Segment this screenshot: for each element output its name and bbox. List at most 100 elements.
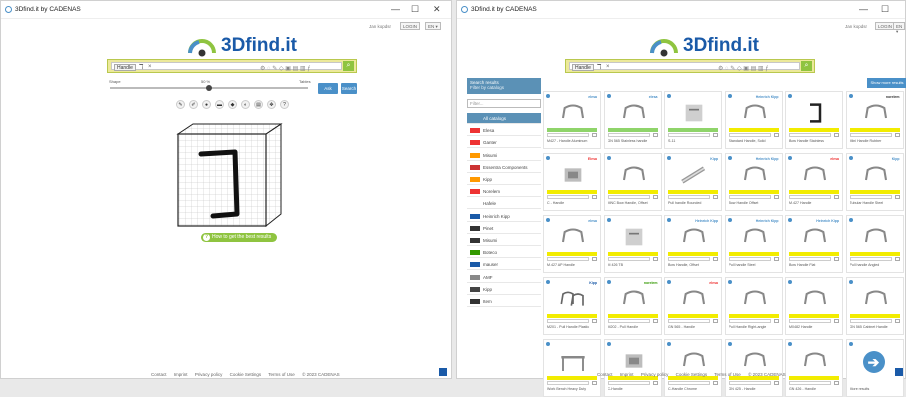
compare-checkbox[interactable] [652,381,658,385]
search-go-button[interactable]: ⌕ [801,61,812,71]
result-card[interactable]: Work Bench Heavy Duty [543,339,601,397]
sketch-canvas[interactable] [173,122,286,229]
compare-checkbox[interactable] [713,133,718,137]
result-card[interactable]: GN 425 - Handle [724,339,783,397]
sketch-chip[interactable]: ℸ [597,63,602,72]
compare-checkbox[interactable] [834,257,839,261]
info-icon[interactable] [848,94,853,98]
catalog-item[interactable]: Heinrich Kipp [467,211,541,222]
catalog-item[interactable]: mauser [467,259,541,271]
info-icon[interactable] [727,218,732,222]
catalog-item[interactable]: Misumi [467,235,541,246]
search-input[interactable]: Handle ℸ × ⚙ ◌ ✎ ◇ ▣ ▤ ▥ ƒ [569,62,800,72]
compare-checkbox[interactable] [773,381,779,385]
compare-checkbox[interactable] [834,195,839,199]
ask-models-button[interactable]: Ask Models [318,83,338,102]
result-card[interactable]: elesa GN 565 Stainless handle [603,91,662,149]
compare-checkbox[interactable] [592,133,597,137]
catalog-item[interactable]: Pinet [467,223,541,234]
minimize-button[interactable]: — [859,4,868,14]
variant-select[interactable] [789,257,831,261]
compare-checkbox[interactable] [592,195,597,199]
footer-link[interactable]: Cookie Settings [676,372,708,377]
footer-link[interactable]: Cookie Settings [230,372,262,377]
variant-select[interactable] [547,319,589,323]
tools-icon-row[interactable]: ⚙ ◌ ✎ ◇ ▣ ▤ ▥ ƒ [260,65,311,72]
info-icon[interactable] [727,94,732,98]
variant-select[interactable] [607,319,650,323]
sketch-chip[interactable]: ℸ [139,63,144,72]
compare-checkbox[interactable] [713,257,718,261]
info-icon[interactable] [606,280,611,284]
compare-checkbox[interactable] [894,133,900,137]
variant-select[interactable] [607,133,650,137]
variant-select[interactable] [728,257,771,261]
result-card[interactable]: MNC Bow Handle, Offset [603,153,662,211]
footer-link[interactable]: Imprint [174,372,188,377]
result-card[interactable]: Heinrich Kipp Bow Handle, Offset [664,215,722,273]
variant-select[interactable] [607,381,650,385]
compare-checkbox[interactable] [773,257,779,261]
tools-icon-row[interactable]: ⚙ ◌ ✎ ◇ ▣ ▤ ▥ ƒ [718,65,769,72]
variant-select[interactable] [668,319,710,323]
variant-select[interactable] [668,381,710,385]
compare-checkbox[interactable] [713,195,718,199]
result-card[interactable]: Pull Handle Right-angle [724,277,783,335]
variant-select[interactable] [668,133,710,137]
result-card[interactable]: Heinrich Kipp Bow Handle Flat [785,215,843,273]
result-card[interactable]: S-11 [664,91,722,149]
result-card[interactable]: Kipp Tubular Handle Steel [845,153,904,211]
next-arrow-icon[interactable]: ➔ [862,351,885,373]
result-card[interactable]: norelem Mini Handle Rubber [845,91,904,149]
info-icon[interactable] [606,94,611,98]
variant-select[interactable] [789,319,831,323]
catalog-item[interactable]: Misumi [467,150,541,161]
catalog-item[interactable]: Ganter [467,137,541,149]
result-card[interactable]: elesa M427 - Handle Aluminum [543,91,601,149]
info-icon[interactable] [848,218,853,222]
maximize-button[interactable]: ☐ [411,4,419,15]
language-select[interactable]: EN ▾ [425,22,441,30]
info-icon[interactable] [848,280,853,284]
result-card[interactable]: Kipp Pull handle Rounded [664,153,722,211]
search-input[interactable]: Handle ℸ × ⚙ ◌ ✎ ◇ ▣ ▤ ▥ ƒ [111,62,342,72]
result-card[interactable]: norelem M202 - Pull Handle [603,277,662,335]
catalog-item[interactable]: Essentra Components [467,162,541,173]
compare-checkbox[interactable] [834,133,839,137]
compare-checkbox[interactable] [894,319,900,323]
result-card[interactable]: Heinrich Kipp Standard Handle, Solid [724,91,783,149]
search-go-button[interactable]: ⌕ [343,61,354,71]
variant-select[interactable] [849,195,892,199]
close-button[interactable]: ✕ [433,4,441,15]
footer-link[interactable]: Terms of Use [268,372,295,377]
search-chip[interactable]: Handle [572,64,594,71]
catalog-item[interactable]: Hafele [467,198,541,210]
delete-icon[interactable]: ▤ [254,100,263,109]
catalog-filter-input[interactable]: Filter... [467,99,541,108]
info-icon[interactable] [667,156,671,160]
catalog-item[interactable]: Boteco [467,247,541,259]
move-icon[interactable]: ✥ [267,100,276,109]
info-icon[interactable] [546,94,550,98]
footer-link[interactable]: Contact [597,372,613,377]
compare-checkbox[interactable] [592,319,597,323]
variant-select[interactable] [547,133,589,137]
catalog-item[interactable]: All catalogs [467,113,541,124]
info-icon[interactable] [606,218,611,222]
result-card[interactable]: GN 565 Cabinet Handle [845,277,904,335]
compare-checkbox[interactable] [894,257,900,261]
footer-link[interactable]: Terms of Use [714,372,741,377]
result-card[interactable]: Heinrich Kipp Pull handle Steel [724,215,783,273]
footer-link[interactable]: Privacy policy [195,372,223,377]
info-icon[interactable] [788,156,792,160]
variant-select[interactable] [728,319,771,323]
minimize-button[interactable]: — [391,4,400,14]
variant-select[interactable] [849,133,892,137]
variant-select[interactable] [728,195,771,199]
compare-checkbox[interactable] [592,257,597,261]
info-icon[interactable] [848,342,853,346]
compare-checkbox[interactable] [713,381,718,385]
variant-select[interactable] [547,381,589,385]
footer-link[interactable]: Contact [151,372,167,377]
compare-checkbox[interactable] [773,319,779,323]
